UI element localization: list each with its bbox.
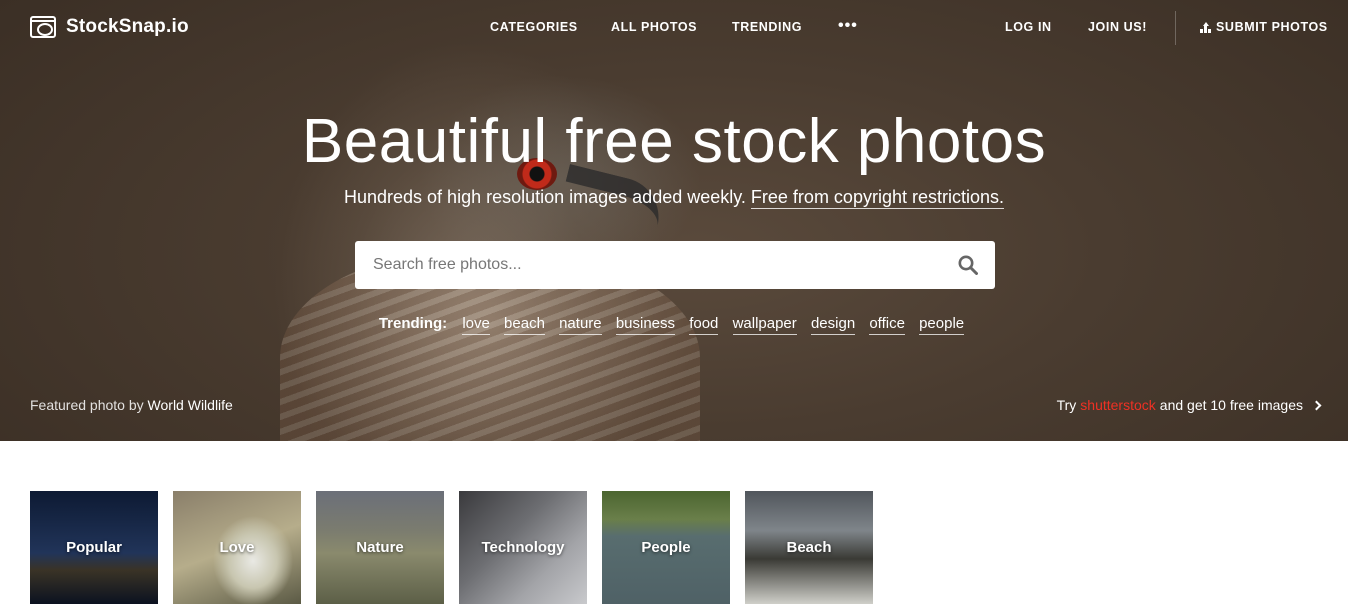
trending-tag-office[interactable]: office: [869, 315, 905, 335]
trending-tags: Trending: love beach nature business foo…: [0, 315, 1348, 335]
category-label: People: [641, 539, 691, 556]
category-grid: Popular Love Nature Technology People Be…: [30, 491, 873, 604]
camera-icon: [30, 16, 56, 38]
join-link[interactable]: JOIN US!: [1088, 20, 1147, 34]
category-tile-popular[interactable]: Popular: [30, 491, 158, 604]
nav-trending[interactable]: TRENDING: [732, 20, 802, 34]
category-tile-people[interactable]: People: [602, 491, 730, 604]
category-label: Popular: [66, 539, 122, 556]
subtitle-text: Hundreds of high resolution images added…: [344, 187, 746, 207]
category-tile-nature[interactable]: Nature: [316, 491, 444, 604]
login-link[interactable]: LOG IN: [1005, 20, 1052, 34]
trending-tag-design[interactable]: design: [810, 315, 856, 335]
shutterstock-promo[interactable]: Try shutterstock and get 10 free images: [1056, 397, 1322, 413]
submit-photos-label: SUBMIT PHOTOS: [1216, 20, 1328, 34]
category-label: Beach: [786, 539, 832, 556]
nav-divider: [1175, 11, 1176, 45]
search-bar: [355, 241, 995, 289]
site-logo[interactable]: StockSnap.io: [30, 16, 189, 38]
logo-text: StockSnap.io: [66, 16, 189, 37]
nav-all-photos[interactable]: ALL PHOTOS: [611, 20, 697, 34]
trending-tag-beach[interactable]: beach: [504, 315, 545, 335]
trending-tag-food[interactable]: food: [689, 315, 719, 335]
upload-icon: [1200, 21, 1211, 33]
search-input[interactable]: [373, 241, 933, 289]
category-label: Love: [219, 539, 255, 556]
license-link[interactable]: Free from copyright restrictions.: [750, 187, 1004, 209]
category-label: Nature: [356, 539, 404, 556]
hero-subtitle: Hundreds of high resolution images added…: [0, 187, 1348, 209]
trending-tag-love[interactable]: love: [462, 315, 490, 335]
nav-categories[interactable]: CATEGORIES: [490, 20, 578, 34]
trending-tag-wallpaper[interactable]: wallpaper: [732, 315, 797, 335]
category-label: Technology: [481, 539, 565, 556]
submit-photos-button[interactable]: SUBMIT PHOTOS: [1200, 20, 1328, 34]
more-menu-icon[interactable]: •••: [838, 17, 858, 35]
trending-label: Trending:: [378, 315, 448, 332]
page-title: Beautiful free stock photos: [301, 107, 1047, 176]
featured-author-link[interactable]: World Wildlife: [148, 397, 233, 413]
chevron-right-icon: [1311, 400, 1322, 410]
trending-tag-business[interactable]: business: [615, 315, 676, 335]
shutterstock-logo: shutterstock: [1080, 397, 1156, 413]
trending-tag-nature[interactable]: nature: [559, 315, 602, 335]
search-icon[interactable]: [958, 255, 978, 275]
top-navigation: StockSnap.io CATEGORIES ALL PHOTOS TREND…: [0, 0, 1348, 56]
promo-text: and get 10 free images: [1159, 397, 1303, 413]
category-tile-love[interactable]: Love: [173, 491, 301, 604]
featured-prefix: Featured photo by: [30, 397, 144, 413]
featured-credit: Featured photo by World Wildlife: [30, 397, 233, 413]
promo-try: Try: [1056, 397, 1077, 413]
hero-banner: StockSnap.io CATEGORIES ALL PHOTOS TREND…: [0, 0, 1348, 441]
trending-tag-people[interactable]: people: [919, 315, 965, 335]
category-tile-technology[interactable]: Technology: [459, 491, 587, 604]
category-tile-beach[interactable]: Beach: [745, 491, 873, 604]
